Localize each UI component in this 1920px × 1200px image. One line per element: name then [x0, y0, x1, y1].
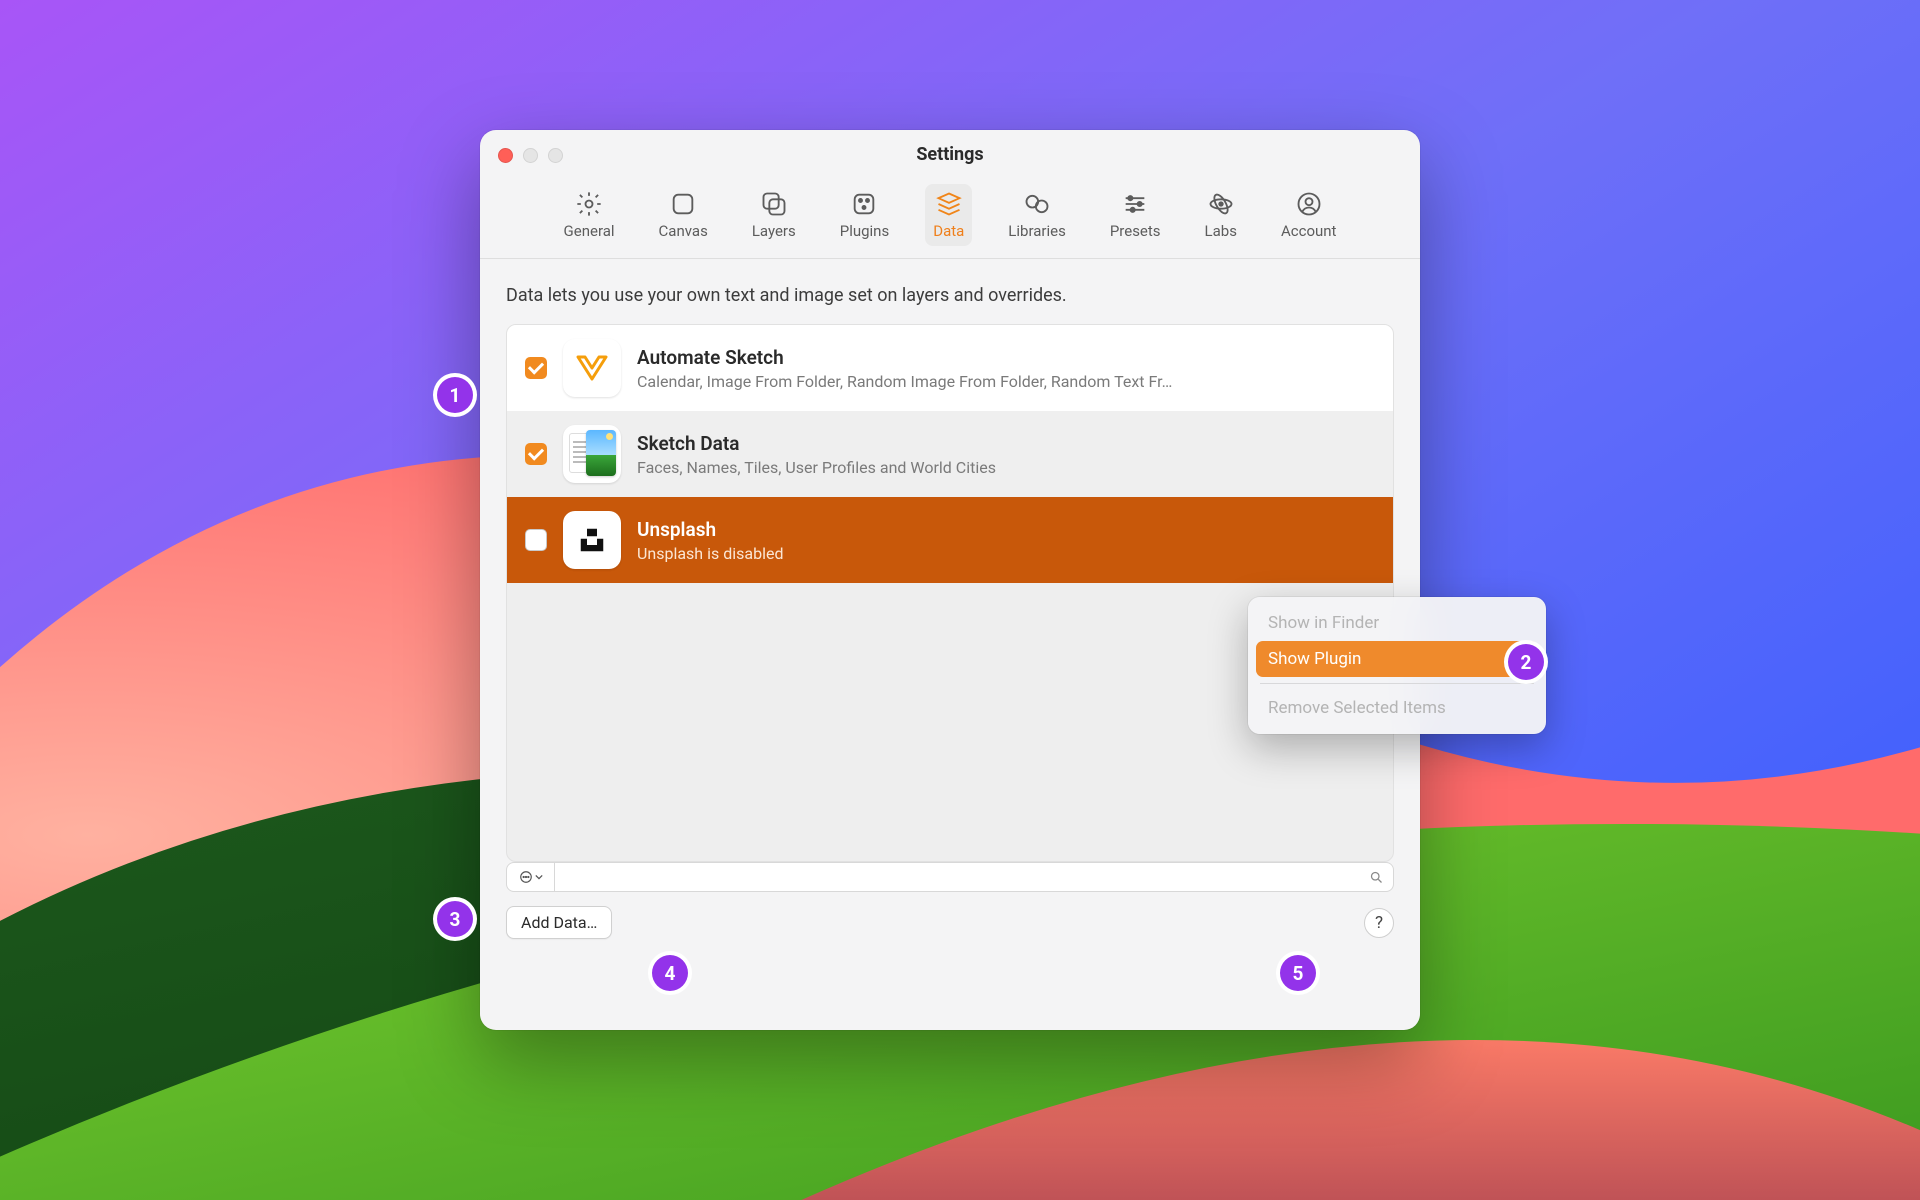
list-item[interactable]: Automate Sketch Calendar, Image From Fol… — [507, 325, 1393, 411]
annotation-badge-5: 5 — [1280, 955, 1316, 991]
annotation-badge-1: 1 — [437, 377, 473, 413]
tab-label: Plugins — [840, 222, 889, 240]
atom-icon — [1207, 190, 1235, 218]
settings-window: Settings General Canvas Layers Plugins D… — [480, 130, 1420, 1030]
source-title: Unsplash — [637, 518, 1375, 541]
search-icon — [1359, 863, 1393, 891]
tab-label: Data — [933, 222, 964, 240]
enable-checkbox[interactable] — [525, 443, 547, 465]
menu-item-show-in-finder[interactable]: Show in Finder — [1256, 605, 1538, 641]
settings-tabs: General Canvas Layers Plugins Data Libra… — [480, 178, 1420, 259]
search-input[interactable] — [555, 863, 1359, 891]
tab-libraries[interactable]: Libraries — [1000, 184, 1074, 246]
data-stack-icon — [935, 190, 963, 218]
tab-canvas[interactable]: Canvas — [651, 184, 716, 246]
footer: Add Data… ? — [480, 892, 1420, 953]
list-item-selected[interactable]: Unsplash Unsplash is disabled — [507, 497, 1393, 583]
tab-label: Layers — [752, 222, 796, 240]
enable-checkbox[interactable] — [525, 529, 547, 551]
add-data-button[interactable]: Add Data… — [506, 906, 612, 939]
intro-text: Data lets you use your own text and imag… — [506, 285, 1394, 306]
tab-label: Canvas — [659, 222, 708, 240]
tab-labs[interactable]: Labs — [1197, 184, 1245, 246]
tab-layers[interactable]: Layers — [744, 184, 804, 246]
annotation-badge-4: 4 — [652, 955, 688, 991]
canvas-icon — [669, 190, 697, 218]
plugin-icon-sketchdata — [563, 425, 621, 483]
tab-account[interactable]: Account — [1273, 184, 1345, 246]
zoom-window-button[interactable] — [548, 148, 563, 163]
close-window-button[interactable] — [498, 148, 513, 163]
help-button[interactable]: ? — [1364, 908, 1394, 938]
search-bar — [506, 862, 1394, 892]
context-menu: Show in Finder Show Plugin Remove Select… — [1248, 597, 1546, 734]
annotation-badge-2: 2 — [1508, 644, 1544, 680]
tab-general[interactable]: General — [556, 184, 623, 246]
menu-item-remove-selected[interactable]: Remove Selected Items — [1256, 690, 1538, 726]
libraries-icon — [1023, 190, 1051, 218]
user-icon — [1295, 190, 1323, 218]
plugin-icon-automate — [563, 339, 621, 397]
source-title: Sketch Data — [637, 432, 1375, 455]
tab-label: General — [564, 222, 615, 240]
tab-label: Presets — [1110, 222, 1161, 240]
window-title: Settings — [480, 144, 1420, 165]
tab-label: Labs — [1205, 222, 1237, 240]
source-desc: Calendar, Image From Folder, Random Imag… — [637, 372, 1375, 391]
content-area: Data lets you use your own text and imag… — [480, 259, 1420, 892]
sliders-icon — [1121, 190, 1149, 218]
menu-item-show-plugin[interactable]: Show Plugin — [1256, 641, 1538, 677]
titlebar: Settings — [480, 130, 1420, 178]
traffic-lights — [498, 148, 563, 163]
layers-icon — [760, 190, 788, 218]
source-desc: Faces, Names, Tiles, User Profiles and W… — [637, 458, 1375, 477]
tab-label: Libraries — [1008, 222, 1066, 240]
plugins-icon — [850, 190, 878, 218]
source-desc: Unsplash is disabled — [637, 544, 1375, 563]
tab-label: Account — [1281, 222, 1337, 240]
tab-presets[interactable]: Presets — [1102, 184, 1169, 246]
list-item[interactable]: Sketch Data Faces, Names, Tiles, User Pr… — [507, 411, 1393, 497]
menu-separator — [1260, 683, 1534, 684]
gear-icon — [575, 190, 603, 218]
source-title: Automate Sketch — [637, 346, 1375, 369]
tab-plugins[interactable]: Plugins — [832, 184, 897, 246]
data-sources-list: Automate Sketch Calendar, Image From Fol… — [506, 324, 1394, 862]
plugin-icon-unsplash — [563, 511, 621, 569]
enable-checkbox[interactable] — [525, 357, 547, 379]
tab-data[interactable]: Data — [925, 184, 972, 246]
minimize-window-button[interactable] — [523, 148, 538, 163]
options-dropdown[interactable] — [507, 863, 555, 891]
annotation-badge-3: 3 — [437, 901, 473, 937]
